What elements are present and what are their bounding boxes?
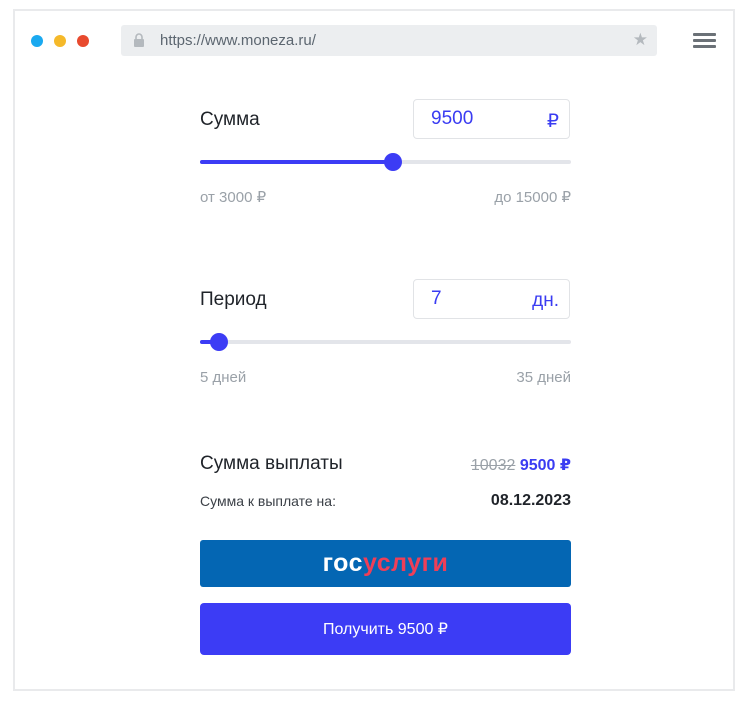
amount-slider-track[interactable] [200,153,571,171]
period-max-label: 35 дней [516,369,571,386]
payout-label: Сумма выплаты [200,453,343,474]
period-slider-thumb[interactable] [209,333,228,351]
browser-window [13,9,735,691]
close-window-dot[interactable] [31,35,43,47]
amount-max-label: до 15000 ₽ [494,189,571,206]
amount-value: 9500 [431,108,474,129]
minimize-window-dot[interactable] [54,35,66,47]
period-value: 7 [431,288,442,309]
hamburger-menu-icon[interactable] [693,33,716,48]
amount-input[interactable]: 9500 ₽ [413,99,570,139]
payout-amounts: 10032 9500 ₽ [471,455,571,475]
gosuslugi-button[interactable]: гос услуги [200,540,571,587]
amount-min-label: от 3000 ₽ [200,189,267,206]
get-loan-button[interactable]: Получить 9500 ₽ [200,603,571,655]
amount-unit: ₽ [546,111,559,132]
address-bar[interactable]: https://www.moneza.ru/ ★ [121,25,657,56]
period-label: Период [200,289,267,310]
url-text: https://www.moneza.ru/ [160,32,316,49]
amount-slider-fill [200,160,393,164]
gosuslugi-logo-gos: гос [322,549,363,577]
gosuslugi-logo-uslugi: услуги [363,549,449,577]
period-slider-track[interactable] [200,333,571,351]
new-payout-amount: 9500 ₽ [519,457,571,474]
amount-label: Сумма [200,109,260,130]
old-payout-amount: 10032 [470,457,516,474]
star-icon[interactable]: ★ [633,30,648,50]
amount-slider-thumb[interactable] [383,153,402,171]
lock-icon [134,33,144,47]
payout-date-label: Сумма к выплате на: [200,493,336,509]
period-input[interactable]: 7 дн. [413,279,570,319]
maximize-window-dot[interactable] [77,35,89,47]
period-min-label: 5 дней [200,369,247,386]
payout-date-value: 08.12.2023 [490,492,571,509]
period-unit: дн. [532,290,559,311]
